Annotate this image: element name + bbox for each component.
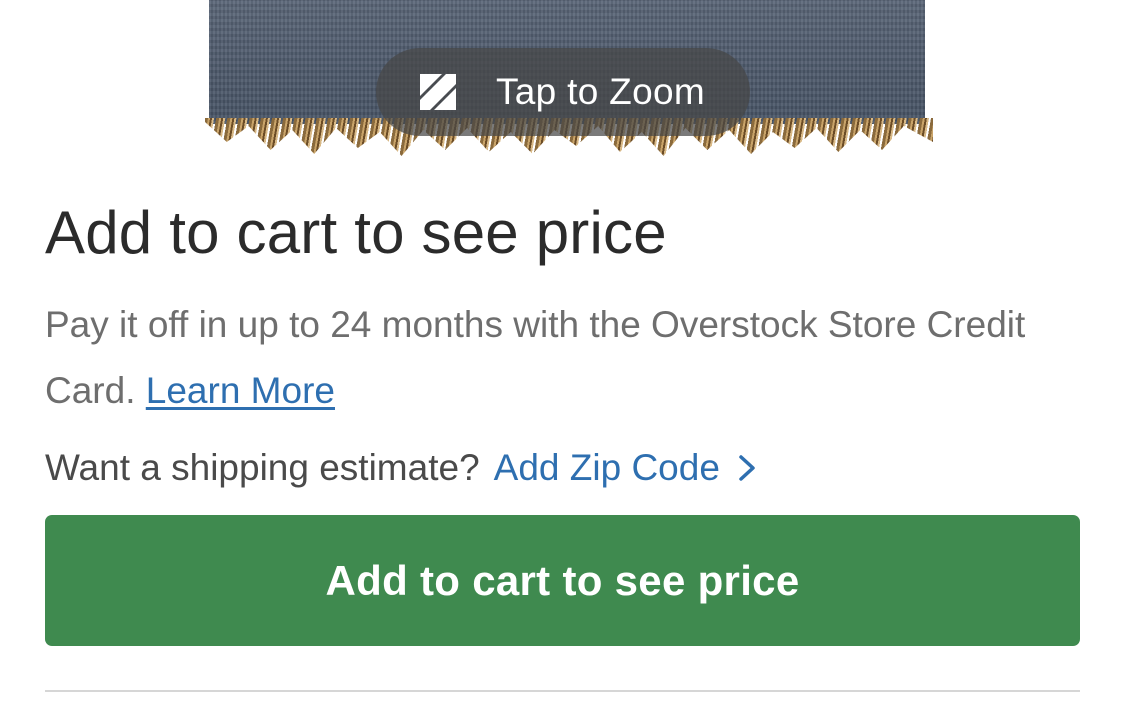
add-zip-code-label: Add Zip Code: [493, 447, 720, 488]
shipping-estimate-row: Want a shipping estimate? Add Zip Code: [45, 442, 756, 494]
tap-to-zoom-label: Tap to Zoom: [496, 71, 705, 112]
add-zip-code-link[interactable]: Add Zip Code: [494, 442, 756, 494]
learn-more-link[interactable]: Learn More: [146, 370, 335, 411]
tap-to-zoom-button[interactable]: Tap to Zoom: [376, 48, 750, 136]
expand-icon: [420, 74, 456, 110]
financing-text: Pay it off in up to 24 months with the O…: [45, 292, 1085, 424]
shipping-prompt: Want a shipping estimate?: [45, 447, 480, 488]
price-headline: Add to cart to see price: [45, 199, 667, 266]
add-to-cart-button[interactable]: Add to cart to see price: [45, 515, 1080, 646]
chevron-right-icon: [739, 455, 755, 481]
divider: [45, 690, 1080, 692]
